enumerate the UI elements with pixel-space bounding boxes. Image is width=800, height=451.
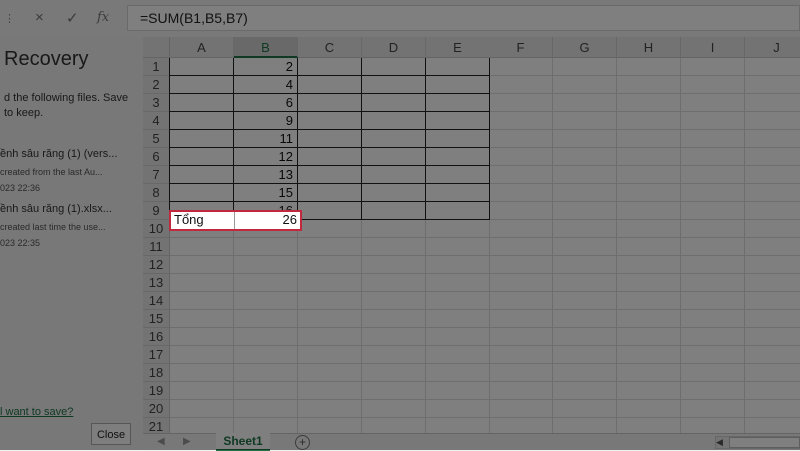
cell-b2[interactable]: 4 <box>234 76 297 94</box>
table-border-vertical <box>169 58 170 220</box>
row-header-3[interactable]: 3 <box>143 94 170 112</box>
row-header-9[interactable]: 9 <box>143 202 170 220</box>
row-header-12[interactable]: 12 <box>143 256 170 274</box>
recovered-file-date: 023 22:35 <box>0 238 41 248</box>
row-header-8[interactable]: 8 <box>143 184 170 202</box>
recovered-file-description: created from the last Au... <box>0 167 103 177</box>
recovery-title: Recovery <box>4 48 89 70</box>
column-header-j[interactable]: J <box>745 37 800 58</box>
scroll-left-icon[interactable]: ◀ <box>716 437 723 448</box>
total-value-cell[interactable]: 26 <box>236 211 297 229</box>
cell-b5[interactable]: 11 <box>234 130 297 148</box>
column-header-h[interactable]: H <box>617 37 681 58</box>
table-border-horizontal <box>169 129 490 130</box>
row-header-10[interactable]: 10 <box>143 220 170 238</box>
cell-b4[interactable]: 9 <box>234 112 297 130</box>
column-header-e[interactable]: E <box>426 37 490 58</box>
table-border-horizontal <box>169 93 490 94</box>
select-all-corner[interactable] <box>143 37 170 58</box>
row-header-19[interactable]: 19 <box>143 382 170 400</box>
gridline-horizontal <box>170 327 800 328</box>
gridline-horizontal <box>170 255 800 256</box>
column-header-g[interactable]: G <box>553 37 617 58</box>
table-border-horizontal <box>169 201 490 202</box>
cell-b7[interactable]: 13 <box>234 166 297 184</box>
row-header-5[interactable]: 5 <box>143 130 170 148</box>
recovered-file-name: ềnh sâu răng (1) (vers... <box>0 148 118 160</box>
table-border-horizontal <box>169 75 490 76</box>
gridline-horizontal <box>170 363 800 364</box>
recovered-file-item[interactable]: ềnh sâu răng (1).xlsx... created last ti… <box>0 200 143 255</box>
table-border-horizontal <box>169 183 490 184</box>
cancel-icon[interactable]: × <box>35 9 44 26</box>
row-header-4[interactable]: 4 <box>143 112 170 130</box>
row-header-21[interactable]: 21 <box>143 418 170 433</box>
gridline-horizontal <box>170 345 800 346</box>
column-header-b[interactable]: B <box>234 37 298 58</box>
next-sheet-icon[interactable]: ▶ <box>183 436 191 447</box>
column-header-i[interactable]: I <box>681 37 745 58</box>
gridline-vertical <box>744 58 745 433</box>
column-header-a[interactable]: A <box>170 37 234 58</box>
row-header-11[interactable]: 11 <box>143 238 170 256</box>
gridline-vertical <box>552 58 553 433</box>
gridline-horizontal <box>170 237 800 238</box>
table-border-vertical <box>361 58 362 220</box>
row-header-20[interactable]: 20 <box>143 400 170 418</box>
spreadsheet-grid[interactable]: ABCDEFGHIJ 1 2 3 4 5 6 7 8 9 10 11 12 13 14 15 16 17 18 19… <box>143 37 800 433</box>
highlight-cell-separator <box>234 212 235 229</box>
cell-b3[interactable]: 6 <box>234 94 297 112</box>
cell-b6[interactable]: 12 <box>234 148 297 166</box>
tab-sheet1[interactable]: Sheet1 <box>216 433 270 451</box>
formula-bar: ⋮ × ✓ fx =SUM(B1,B5,B7) <box>0 0 800 38</box>
gridline-horizontal <box>170 291 800 292</box>
enter-check-icon[interactable]: ✓ <box>66 9 79 27</box>
row-header-2[interactable]: 2 <box>143 76 170 94</box>
column-header-d[interactable]: D <box>362 37 426 58</box>
formula-input[interactable]: =SUM(B1,B5,B7) <box>127 5 800 31</box>
recovered-file-name: ềnh sâu răng (1).xlsx... <box>0 203 112 215</box>
column-header-c[interactable]: C <box>298 37 362 58</box>
document-recovery-panel: Recovery d the following files. Save to … <box>0 37 144 450</box>
gridline-horizontal <box>170 309 800 310</box>
row-header-7[interactable]: 7 <box>143 166 170 184</box>
which-files-to-save-link[interactable]: l want to save? <box>0 406 73 418</box>
gridline-vertical <box>680 58 681 433</box>
row-header-13[interactable]: 13 <box>143 274 170 292</box>
row-header-18[interactable]: 18 <box>143 364 170 382</box>
previous-sheet-icon[interactable]: ◀ <box>157 436 165 447</box>
table-border-vertical <box>297 58 298 220</box>
row-header-16[interactable]: 16 <box>143 328 170 346</box>
recovered-file-date: 023 22:36 <box>0 183 41 193</box>
formula-bar-handle-icon[interactable]: ⋮ <box>4 12 15 25</box>
gridline-vertical <box>616 58 617 433</box>
row-header-1[interactable]: 1 <box>143 58 170 76</box>
table-border-horizontal <box>169 165 490 166</box>
total-label-cell[interactable]: Tổng <box>174 211 204 229</box>
gridline-horizontal <box>170 273 800 274</box>
recovery-instructions-line2: to keep. <box>4 107 44 119</box>
recovered-file-description: created last time the use... <box>0 222 106 232</box>
table-border-horizontal <box>169 147 490 148</box>
row-header-6[interactable]: 6 <box>143 148 170 166</box>
sheet-tab-bar: ◀ ▶ Sheet1 + ◀ <box>143 433 800 451</box>
recovered-file-item[interactable]: ềnh sâu răng (1) (vers... created from t… <box>0 145 143 200</box>
cell-b1[interactable]: 2 <box>234 58 297 76</box>
add-sheet-icon[interactable]: + <box>295 435 310 450</box>
gridline-horizontal <box>170 417 800 418</box>
gridline-horizontal <box>170 381 800 382</box>
insert-function-icon[interactable]: fx <box>97 10 109 25</box>
row-header-15[interactable]: 15 <box>143 310 170 328</box>
cell-b8[interactable]: 15 <box>234 184 297 202</box>
close-button[interactable]: Close <box>91 423 131 445</box>
scrollbar-thumb[interactable] <box>729 437 800 448</box>
table-border-vertical <box>489 58 490 220</box>
row-header-14[interactable]: 14 <box>143 292 170 310</box>
table-border-horizontal <box>169 111 490 112</box>
column-header-f[interactable]: F <box>489 37 553 58</box>
gridline-horizontal <box>170 399 800 400</box>
row-header-17[interactable]: 17 <box>143 346 170 364</box>
table-border-vertical <box>425 58 426 220</box>
recovery-instructions-line1: d the following files. Save <box>4 92 129 104</box>
